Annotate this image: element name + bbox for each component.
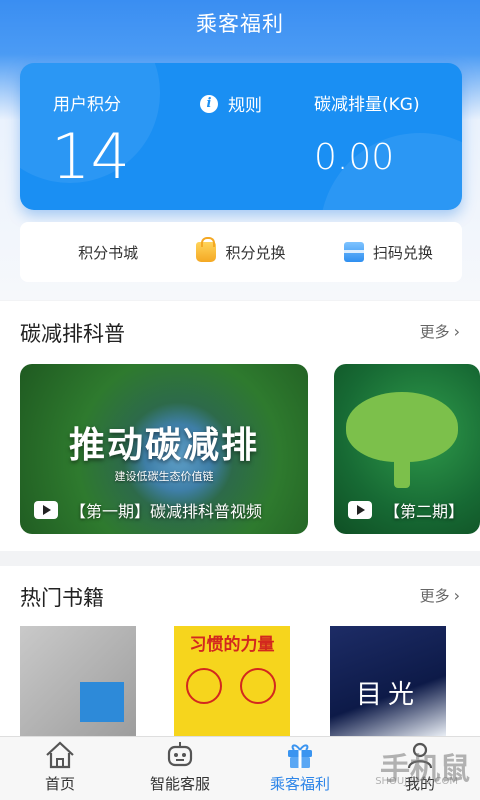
tree-trunk (394, 452, 410, 488)
points-label: 用户积分 (53, 95, 121, 115)
more-label: 更多 (419, 323, 450, 341)
home-icon (46, 741, 74, 769)
book-cover-title: 目光 (356, 680, 421, 710)
nav-item-passenger-benefits[interactable]: 乘客福利 (240, 737, 360, 800)
video-cover-title: 推动碳减排 (68, 425, 259, 466)
rules-label: 规则 (228, 96, 262, 116)
cover-decoration (80, 682, 124, 722)
video-card[interactable]: 推动碳减排 建设低碳生态价值链 【第一期】碳减排科普视频 (20, 364, 308, 534)
rules-link[interactable]: i 规则 (200, 91, 262, 116)
book-cover[interactable]: 目光 (330, 626, 446, 736)
quick-action-book-store[interactable]: 积分书城 (20, 242, 167, 322)
more-label: 更多 (419, 587, 450, 605)
carbon-value: 0.00 (314, 137, 395, 178)
watermark-sub: SHOUJISHU.COM (375, 776, 458, 787)
book-cover-title: 习惯的力量 (189, 635, 275, 655)
video-caption: 【第一期】碳减排科普视频 (34, 498, 262, 522)
scan-icon (341, 242, 366, 262)
quick-actions-bar: 积分书城 积分兑换 扫码兑换 (20, 222, 462, 322)
cover-decoration (240, 668, 276, 704)
points-value: 14 (51, 120, 130, 193)
quick-action-label: 积分兑换 (225, 243, 286, 262)
carbon-label: 碳减排量(KG) (314, 95, 420, 115)
gift-icon (288, 744, 312, 768)
info-icon: i (200, 94, 218, 113)
quick-action-label: 积分书城 (78, 243, 139, 262)
book-cover[interactable] (20, 626, 136, 736)
quick-action-points-exchange[interactable]: 积分兑换 (167, 237, 314, 263)
video-caption: 【第二期】 (348, 498, 464, 522)
nav-label: 乘客福利 (269, 775, 330, 793)
video-caption-text: 【第一期】碳减排科普视频 (70, 502, 263, 521)
section-title: 碳减排科普 (20, 322, 125, 346)
hot-books-section: 热门书籍 更多 › 习惯的力量 目光 (0, 566, 480, 736)
robot-icon (167, 742, 193, 767)
video-cover-subtitle: 建设低碳生态价值链 (114, 470, 214, 483)
book-cover[interactable]: 习惯的力量 (174, 626, 290, 736)
section-title: 热门书籍 (20, 586, 104, 610)
nav-item-customer-service[interactable]: 智能客服 (120, 737, 240, 800)
shopping-bag-icon (196, 237, 217, 262)
nav-label: 首页 (44, 775, 75, 793)
carbon-science-section: 碳减排科普 更多 › 推动碳减排 建设低碳生态价值链 【第一期】碳减排科普视频 … (0, 301, 480, 551)
chevron-right-icon: › (453, 586, 460, 605)
chevron-right-icon: › (453, 322, 460, 341)
quick-action-label: 扫码兑换 (372, 243, 433, 262)
nav-label: 智能客服 (149, 775, 210, 793)
play-icon (34, 501, 58, 519)
video-card[interactable]: 【第二期】 (334, 364, 480, 534)
video-caption-text: 【第二期】 (384, 502, 465, 521)
nav-item-home[interactable]: 首页 (0, 737, 120, 800)
page-title: 乘客福利 (196, 12, 284, 36)
quick-action-scan-exchange[interactable]: 扫码兑换 (315, 242, 462, 263)
play-icon (348, 501, 372, 519)
cover-decoration (186, 668, 222, 704)
more-link[interactable]: 更多 › (420, 321, 460, 342)
points-card: 用户积分 14 i 规则 碳减排量(KG) 0.00 (20, 63, 462, 210)
more-link[interactable]: 更多 › (420, 585, 460, 606)
